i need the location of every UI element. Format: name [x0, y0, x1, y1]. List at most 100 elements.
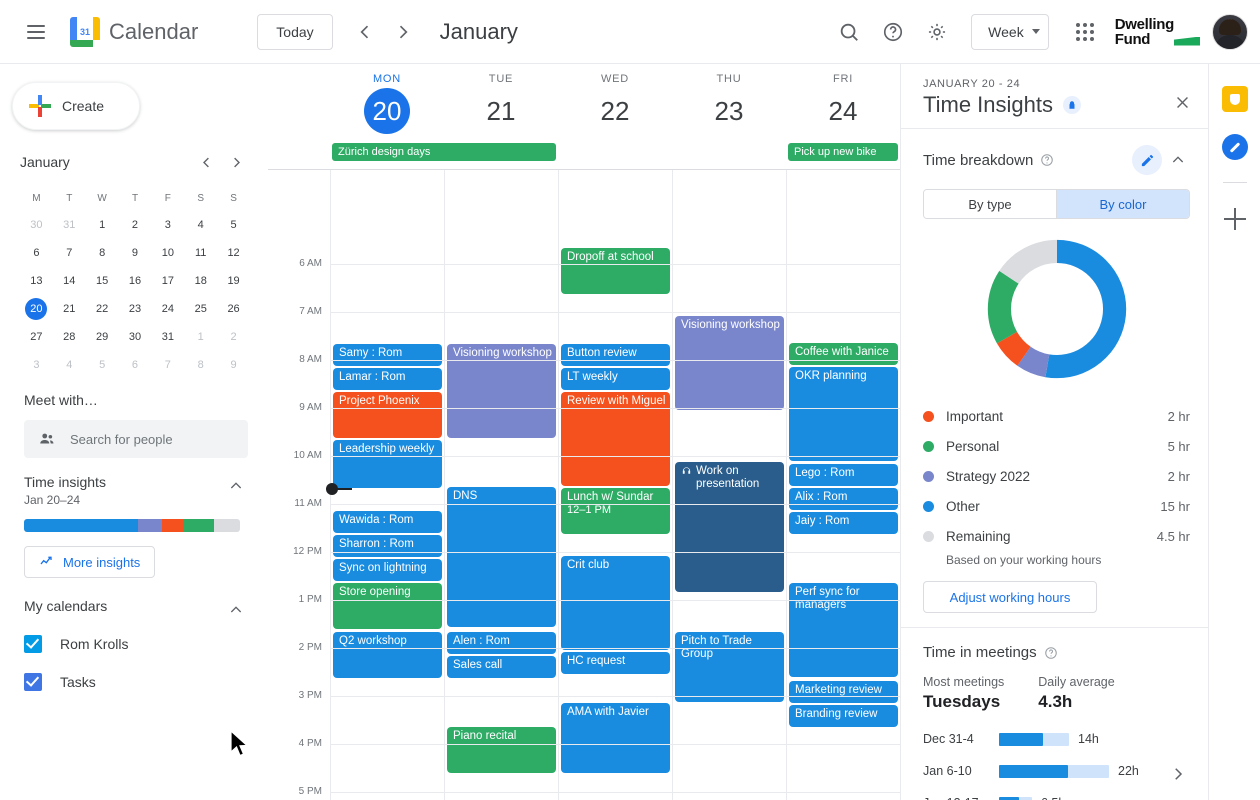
google-keep-icon[interactable] [1221, 86, 1248, 112]
calendar-event[interactable]: Perf sync for managers [789, 583, 898, 677]
mini-calendar-day[interactable]: 22 [86, 296, 119, 322]
mini-calendar-day[interactable]: 9 [217, 352, 250, 378]
calendar-event[interactable]: OKR planning [789, 367, 898, 461]
google-apps-icon[interactable] [1063, 10, 1107, 54]
settings-gear-icon[interactable] [915, 10, 959, 54]
calendar-event[interactable]: Jaiy : Rom [789, 512, 898, 534]
calendar-event[interactable]: DNS [447, 487, 556, 627]
all-day-cell[interactable]: Pick up new bike [786, 140, 900, 170]
mini-calendar-day[interactable]: 15 [86, 268, 119, 294]
mini-calendar-day[interactable]: 2 [217, 324, 250, 350]
calendar-event[interactable]: LT weekly [561, 368, 670, 390]
all-day-event[interactable]: Pick up new bike [788, 143, 898, 161]
calendar-event[interactable]: Piano recital [447, 727, 556, 773]
google-tasks-icon[interactable] [1221, 134, 1248, 160]
help-circle-icon[interactable] [1040, 153, 1054, 167]
mini-calendar-day[interactable]: 2 [119, 212, 152, 238]
mini-calendar-day[interactable]: 17 [151, 268, 184, 294]
mini-calendar-day-today[interactable]: 20 [20, 296, 53, 322]
mini-calendar-day[interactable]: 31 [151, 324, 184, 350]
all-day-cell[interactable] [444, 140, 558, 170]
calendar-event[interactable]: Store opening [333, 583, 442, 629]
today-button[interactable]: Today [257, 13, 333, 50]
adjust-working-hours-button[interactable]: Adjust working hours [923, 581, 1097, 613]
mini-calendar-day[interactable]: 3 [151, 212, 184, 238]
calendar-event[interactable]: Coffee with Janice [789, 343, 898, 365]
calendar-scroll-area[interactable]: 6 AM 7 AM 8 AM 9 AM 10 AM 11 AM 12 PM 1 PM 2 PM 3… [268, 170, 900, 800]
view-mode-select[interactable]: Week [971, 13, 1049, 50]
account-chip[interactable]: Dwelling Fund [1113, 12, 1250, 52]
calendar-event[interactable]: Wawida : Rom [333, 511, 442, 533]
calendar-list-item[interactable]: Tasks [24, 666, 248, 698]
calendar-event[interactable]: Lunch w/ Sundar 12–1 PM [561, 488, 670, 534]
collapse-my-calendars-icon[interactable] [224, 598, 248, 622]
more-insights-button[interactable]: More insights [24, 546, 156, 578]
breakdown-tab-by-type[interactable]: By type [924, 190, 1056, 218]
breakdown-tab-by-color[interactable]: By color [1056, 190, 1189, 218]
mini-calendar-day[interactable]: 18 [184, 268, 217, 294]
next-insights-page-icon[interactable] [1162, 758, 1194, 790]
collapse-time-insights-icon[interactable] [224, 474, 248, 498]
next-period-icon[interactable] [384, 13, 422, 51]
calendar-checkbox[interactable] [24, 635, 42, 653]
day-number[interactable]: 22 [601, 88, 630, 134]
calendar-event[interactable]: Sync on lightning [333, 559, 442, 581]
mini-calendar-day[interactable]: 23 [119, 296, 152, 322]
calendar-event[interactable]: Alix : Rom [789, 488, 898, 510]
avatar[interactable] [1212, 13, 1248, 50]
mini-calendar-next-icon[interactable] [222, 148, 250, 176]
calendar-event[interactable]: Pitch to Trade Group [675, 632, 784, 702]
mini-calendar-day[interactable]: 7 [151, 352, 184, 378]
calendar-event[interactable]: Samy : Rom [333, 344, 442, 366]
calendar-event[interactable]: Visioning workshop [447, 344, 556, 438]
calendar-event[interactable]: Button review [561, 344, 670, 366]
calendar-event[interactable]: Marketing review [789, 681, 898, 703]
mini-calendar-day[interactable]: 6 [20, 240, 53, 266]
all-day-cell[interactable] [672, 140, 786, 170]
mini-calendar-day[interactable]: 24 [151, 296, 184, 322]
mini-calendar-day[interactable]: 19 [217, 268, 250, 294]
mini-calendar-day[interactable]: 3 [20, 352, 53, 378]
calendar-event[interactable]: HC request [561, 652, 670, 674]
mini-calendar-day[interactable]: 25 [184, 296, 217, 322]
mini-calendar-day[interactable]: 11 [184, 240, 217, 266]
day-number[interactable]: 23 [715, 88, 744, 134]
mini-calendar-day[interactable]: 5 [217, 212, 250, 238]
calendar-event[interactable]: Dropoff at school [561, 248, 670, 294]
calendar-list-item[interactable]: Rom Krolls [24, 628, 248, 660]
close-insights-icon[interactable] [1166, 86, 1198, 118]
calendar-event[interactable]: Review with Miguel [561, 392, 670, 486]
mini-calendar-day[interactable]: 6 [119, 352, 152, 378]
mini-calendar-day[interactable]: 1 [86, 212, 119, 238]
calendar-event[interactable]: Lego : Rom [789, 464, 898, 486]
day-number[interactable]: 20 [364, 88, 410, 134]
mini-calendar-day[interactable]: 4 [184, 212, 217, 238]
mini-calendar-day[interactable]: 30 [20, 212, 53, 238]
mini-calendar-day[interactable]: 29 [86, 324, 119, 350]
day-number[interactable]: 24 [829, 88, 858, 134]
mini-calendar-day[interactable]: 13 [20, 268, 53, 294]
calendar-event[interactable]: Branding review [789, 705, 898, 727]
calendar-event[interactable]: Visioning workshop [675, 316, 784, 410]
mini-calendar-day[interactable]: 12 [217, 240, 250, 266]
calendar-event[interactable]: Work on presentation [675, 462, 784, 592]
calendar-event[interactable]: Alen : Rom [447, 632, 556, 654]
mini-calendar-day[interactable]: 28 [53, 324, 86, 350]
mini-calendar-prev-icon[interactable] [192, 148, 220, 176]
help-icon[interactable] [871, 10, 915, 54]
edit-time-breakdown-icon[interactable] [1132, 145, 1162, 175]
mini-calendar-day[interactable]: 7 [53, 240, 86, 266]
search-for-people-field[interactable] [24, 420, 248, 458]
calendar-event[interactable]: Sales call [447, 656, 556, 678]
mini-calendar-day[interactable]: 5 [86, 352, 119, 378]
calendar-event[interactable]: Lamar : Rom [333, 368, 442, 390]
mini-calendar-day[interactable]: 8 [184, 352, 217, 378]
calendar-event[interactable]: AMA with Javier [561, 703, 670, 773]
mini-calendar-day[interactable]: 30 [119, 324, 152, 350]
mini-calendar-day[interactable]: 4 [53, 352, 86, 378]
mini-calendar-day[interactable]: 16 [119, 268, 152, 294]
main-menu-icon[interactable] [12, 8, 60, 56]
mini-calendar-day[interactable]: 10 [151, 240, 184, 266]
calendar-event[interactable]: Crit club [561, 556, 670, 650]
all-day-cell[interactable]: Zürich design days [330, 140, 556, 170]
